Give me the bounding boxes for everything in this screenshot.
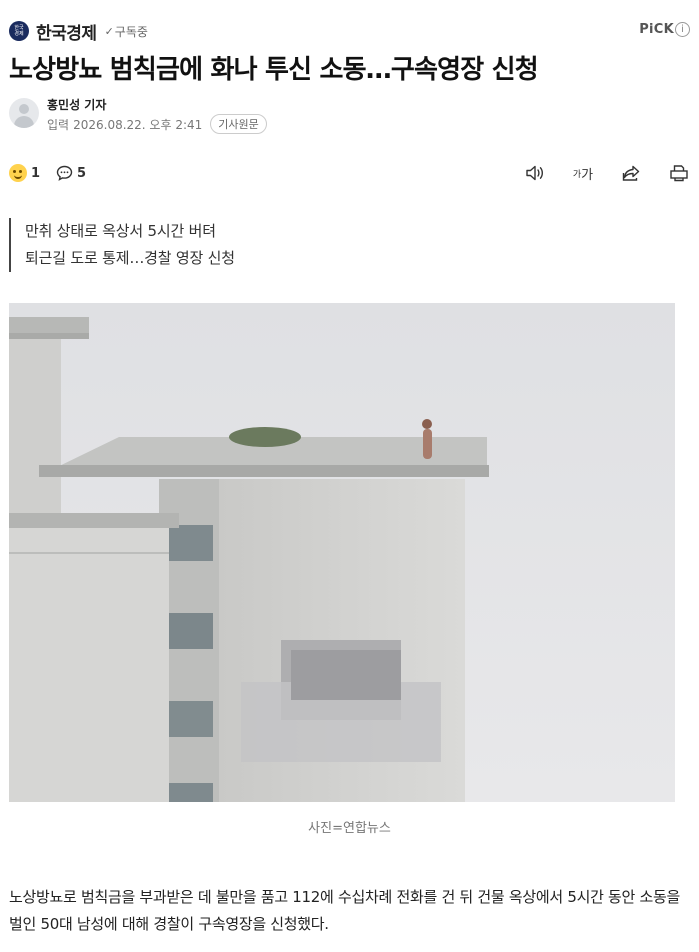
subscribe-label: 구독중 bbox=[114, 24, 148, 39]
reaction-bar: 1 5 bbox=[9, 164, 86, 182]
article-summary: 만취 상태로 옥상서 5시간 버텨 퇴근길 도로 통제…경찰 영장 신청 bbox=[9, 218, 235, 272]
print-icon[interactable] bbox=[668, 162, 690, 184]
press-logo-text: 한국 경제 bbox=[14, 25, 24, 37]
article-toolbar: 1 5 가가 bbox=[9, 160, 690, 188]
original-article-button[interactable]: 기사원문 bbox=[210, 114, 267, 134]
article-body: 노상방뇨로 범칙금을 부과받은 데 불만을 품고 112에 수십차례 전화를 건… bbox=[9, 888, 680, 933]
comment-count: 5 bbox=[77, 165, 87, 181]
press-logo[interactable]: 한국 경제 bbox=[9, 21, 29, 41]
byline: 홍민성 기자 입력 2026.08.22. 오후 2:41 기사원문 bbox=[9, 96, 690, 140]
article-tools: 가가 bbox=[498, 162, 690, 184]
font-size-small-label: 가 bbox=[572, 169, 582, 180]
publish-date: 2026.08.22. 오후 2:41 bbox=[73, 117, 203, 132]
check-icon: ✓ bbox=[104, 24, 114, 38]
reaction-count[interactable]: 1 bbox=[31, 166, 40, 181]
comment-button[interactable]: 5 bbox=[56, 165, 86, 181]
reporter-name[interactable]: 홍민성 기자 bbox=[47, 96, 106, 113]
press-header: 한국 경제 한국경제 ✓ 구독중 PiCK i bbox=[9, 18, 690, 44]
speaker-icon[interactable] bbox=[524, 162, 546, 184]
photo-caption: 사진=연합뉴스 bbox=[308, 821, 391, 836]
comment-icon bbox=[56, 165, 73, 181]
pick-badge: PiCK bbox=[639, 22, 674, 37]
reporter-avatar[interactable] bbox=[9, 98, 39, 128]
font-size-big-label: 가 bbox=[581, 167, 594, 183]
font-size-icon[interactable]: 가가 bbox=[572, 162, 594, 184]
share-icon[interactable] bbox=[620, 162, 642, 184]
summary-line: 만취 상태로 옥상서 5시간 버텨 bbox=[25, 222, 216, 240]
article-photo[interactable] bbox=[9, 303, 675, 802]
info-icon[interactable]: i bbox=[675, 22, 690, 37]
input-label: 입력 bbox=[47, 117, 70, 132]
building-photo bbox=[9, 303, 675, 802]
subscribe-button[interactable]: ✓ 구독중 bbox=[105, 23, 148, 40]
article-headline: 노상방뇨 범칙금에 화나 투신 소동…구속영장 신청 bbox=[9, 55, 539, 85]
smile-icon[interactable] bbox=[9, 164, 27, 182]
summary-line: 퇴근길 도로 통제…경찰 영장 신청 bbox=[25, 249, 235, 267]
press-name[interactable]: 한국경제 bbox=[36, 19, 97, 44]
publish-meta: 입력 2026.08.22. 오후 2:41 기사원문 bbox=[47, 114, 267, 134]
